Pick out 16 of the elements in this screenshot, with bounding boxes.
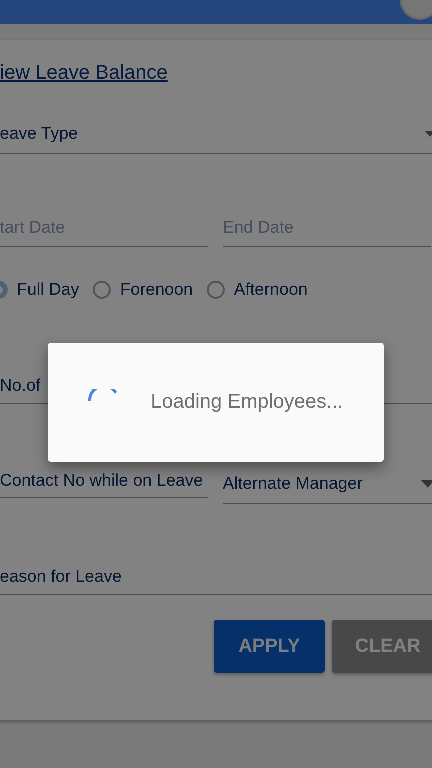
leave-type-dropdown[interactable]: eave Type	[0, 118, 432, 154]
radio-option[interactable]: Forenoon	[93, 280, 194, 300]
reason-field[interactable]: eason for Leave	[0, 559, 432, 595]
radio-option[interactable]: Full Day	[0, 280, 80, 300]
end-date-field[interactable]: End Date	[223, 218, 431, 247]
caret-icon	[421, 480, 432, 488]
caret-icon	[425, 130, 432, 136]
loading-message: Loading Employees...	[151, 391, 344, 414]
contact-number-field[interactable]: Contact No while on Leave	[0, 464, 208, 498]
start-date-field[interactable]: tart Date	[0, 218, 208, 247]
spinner-icon	[88, 388, 118, 402]
alternate-manager-dropdown[interactable]: Alternate Manager	[223, 464, 432, 504]
avatar-icon[interactable]	[398, 0, 432, 20]
radio-option[interactable]: Afternoon	[207, 280, 308, 300]
leave-balance-link[interactable]: iew Leave Balance	[0, 62, 168, 85]
apply-button[interactable]: APPLY	[214, 620, 325, 673]
